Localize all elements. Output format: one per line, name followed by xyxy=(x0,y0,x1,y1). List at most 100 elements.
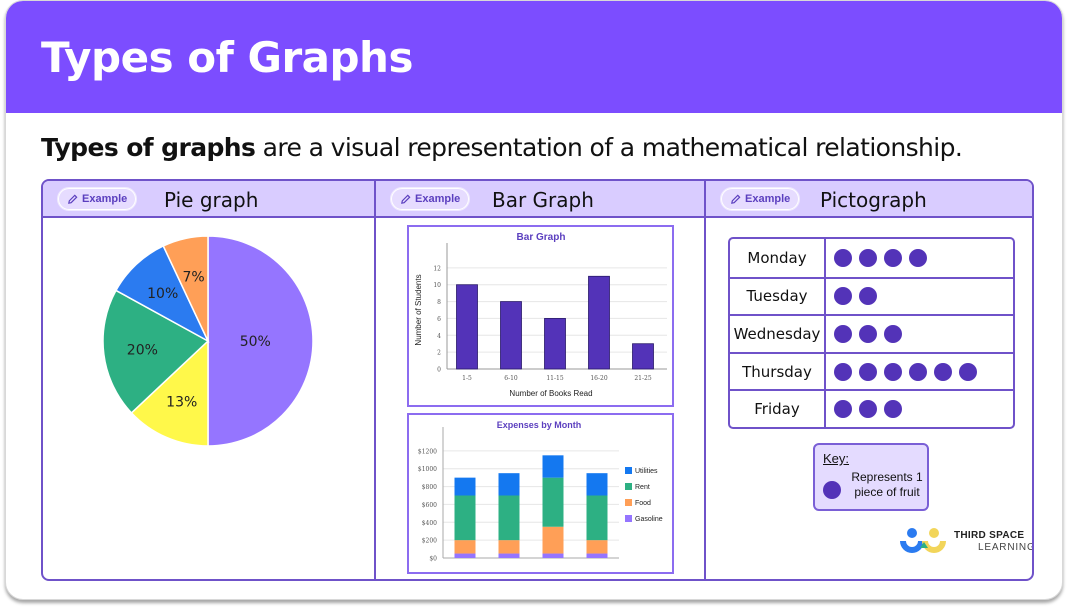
pictograph-symbols xyxy=(826,316,1013,352)
lesson-card: Types of Graphs Types of graphs are a vi… xyxy=(5,0,1063,600)
y-tick-label: 8 xyxy=(437,299,441,306)
books-bar-chart: Bar Graph 0 2 4 6 8 10 12 1-5 6-10 11-15 16-20 21-25… xyxy=(414,232,667,398)
stacked-bar-segment xyxy=(454,477,476,496)
brand-logo: THIRD SPACE LEARNING xyxy=(898,526,1034,558)
pictograph-column-header: Example Pictograph xyxy=(706,181,1032,218)
pie-chart: 50% 13% 20% 10%7% xyxy=(102,235,314,447)
legend-swatch xyxy=(625,467,632,474)
pictograph-day-label: Friday xyxy=(730,391,826,427)
y-tick-label: 6 xyxy=(437,316,441,323)
y-tick-label: $0 xyxy=(429,556,437,563)
expenses-stacked-chart: Expenses by Month $0 $200 $400 $600 $800 $1000… xyxy=(418,420,663,563)
pie-slice-label: 10% xyxy=(147,286,178,302)
fruit-dot-icon xyxy=(859,324,877,343)
key-dot-icon xyxy=(823,481,841,499)
legend-swatch xyxy=(625,499,632,506)
y-tick-label: 10 xyxy=(433,282,441,289)
y-tick-label: 2 xyxy=(437,350,441,357)
legend-swatch xyxy=(625,515,632,522)
stacked-bar-segment xyxy=(542,553,564,558)
example-badge-label: Example xyxy=(82,193,128,205)
pictograph-row: Monday xyxy=(730,239,1013,277)
pictograph-symbols xyxy=(826,279,1013,315)
fruit-dot-icon xyxy=(859,248,877,267)
pictograph-day-label: Tuesday xyxy=(730,278,826,315)
bar xyxy=(588,275,610,370)
pie-slice-label: 20% xyxy=(127,342,158,358)
stacked-bar-segment xyxy=(586,540,608,554)
example-badge[interactable]: Example xyxy=(720,187,801,211)
fruit-dot-icon xyxy=(909,248,927,267)
pictograph-table: Monday Tuesday Wednesday Thursday Friday xyxy=(728,237,1015,429)
y-axis-label: Number of Students xyxy=(414,274,423,345)
brand-line2: LEARNING xyxy=(978,542,1034,553)
stacked-bar-segment xyxy=(586,553,608,558)
legend-label: Gasoline xyxy=(635,516,663,523)
fruit-dot-icon xyxy=(859,400,877,419)
stacked-bar-segment xyxy=(586,495,608,541)
chart-title: Expenses by Month xyxy=(497,420,582,430)
title-banner: Types of Graphs xyxy=(6,1,1062,113)
fruit-dot-icon xyxy=(859,362,877,381)
pictograph-row: Friday xyxy=(730,389,1013,427)
pie-slice-label: 7% xyxy=(182,269,204,285)
bar xyxy=(632,343,654,370)
fruit-dot-icon xyxy=(834,400,852,419)
bar-column-header: Example Bar Graph xyxy=(376,181,704,218)
stacked-bar-segment xyxy=(498,553,520,558)
stacked-bar-segment xyxy=(542,477,564,527)
bar-column: Example Bar Graph Bar Graph 0 2 4 6 8 10 12 1-5 6… xyxy=(374,181,704,579)
pictograph-symbols xyxy=(826,239,1013,277)
key-label: Key: xyxy=(823,451,850,466)
bar-title: Bar Graph xyxy=(492,188,594,212)
third-space-logo-icon xyxy=(900,528,946,553)
pictograph-day-label: Thursday xyxy=(730,353,826,390)
fruit-dot-icon xyxy=(884,400,902,419)
example-badge[interactable]: Example xyxy=(390,187,471,211)
intro-text: Types of graphs are a visual representat… xyxy=(41,133,963,162)
y-tick-label: 12 xyxy=(433,265,441,272)
y-tick-label: 4 xyxy=(437,333,441,340)
stacked-bar-segment xyxy=(542,526,564,554)
pictograph-day-label: Monday xyxy=(730,239,826,277)
pencil-icon xyxy=(68,194,78,204)
legend-label: Rent xyxy=(635,484,650,491)
expenses-chart-box: Expenses by Month $0 $200 $400 $600 $800 $1000… xyxy=(407,413,674,574)
chart-title: Bar Graph xyxy=(517,232,566,243)
y-tick-label: $1000 xyxy=(418,466,437,473)
legend-label: Utilities xyxy=(635,468,658,475)
y-tick-label: $800 xyxy=(422,484,437,491)
pictograph-symbols xyxy=(826,354,1013,390)
key-text: Represents 1 piece of fruit xyxy=(851,470,923,499)
stacked-bar-segment xyxy=(498,540,520,554)
fruit-dot-icon xyxy=(834,248,852,267)
bar xyxy=(544,318,566,370)
pictograph-row: Wednesday xyxy=(730,314,1013,352)
bar xyxy=(456,284,478,370)
x-tick-label: 11-15 xyxy=(546,375,563,382)
fruit-dot-icon xyxy=(834,324,852,343)
x-tick-label: 6-10 xyxy=(504,375,518,382)
y-tick-label: $600 xyxy=(422,502,437,509)
y-tick-label: $1200 xyxy=(418,448,437,455)
fruit-dot-icon xyxy=(884,362,902,381)
intro-bold: Types of graphs xyxy=(41,133,256,162)
x-tick-label: 16-20 xyxy=(590,375,607,382)
stacked-bar-segment xyxy=(498,495,520,541)
pictograph-row: Thursday xyxy=(730,351,1013,390)
pie-title: Pie graph xyxy=(164,188,259,212)
y-tick-label: 0 xyxy=(437,367,441,374)
y-tick-label: $400 xyxy=(422,520,437,527)
pictograph-column: Example Pictograph Monday Tuesday Wednesda… xyxy=(704,181,1034,579)
bar xyxy=(500,301,522,370)
pie-slice-label: 50% xyxy=(240,334,271,350)
pictograph-day-label: Wednesday xyxy=(730,316,826,352)
fruit-dot-icon xyxy=(934,362,952,381)
fruit-dot-icon xyxy=(884,248,902,267)
fruit-dot-icon xyxy=(884,324,902,343)
stacked-bar-segment xyxy=(454,553,476,558)
pictograph-title: Pictograph xyxy=(820,188,927,212)
intro-rest: are a visual representation of a mathema… xyxy=(255,133,963,162)
example-badge[interactable]: Example xyxy=(57,187,138,211)
stacked-bar-segment xyxy=(498,473,520,496)
